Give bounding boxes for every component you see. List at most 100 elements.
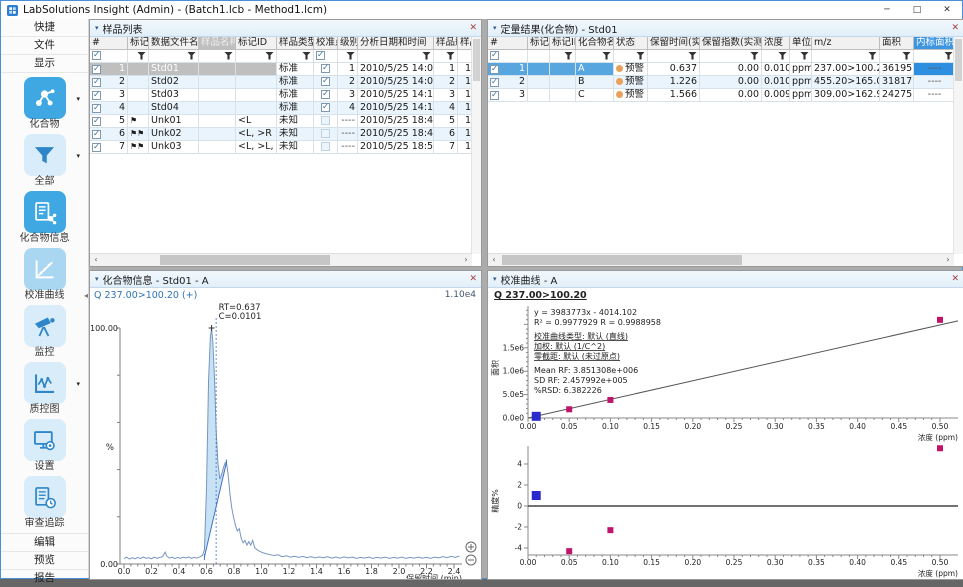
table-cell[interactable]: 3 bbox=[434, 89, 458, 102]
residual-point[interactable] bbox=[937, 445, 943, 451]
table-cell[interactable]: ✓2 bbox=[90, 76, 128, 89]
table-cell[interactable] bbox=[199, 63, 236, 76]
collapse-icon[interactable]: ▾ bbox=[493, 275, 497, 283]
filter-cell[interactable] bbox=[648, 50, 700, 63]
scrollbar-thumb[interactable] bbox=[502, 255, 742, 265]
column-header[interactable]: 化合物名称 bbox=[576, 37, 614, 50]
residual-point[interactable] bbox=[607, 527, 613, 533]
column-header[interactable]: 状态 bbox=[614, 37, 648, 50]
table-cell[interactable]: 1.226 bbox=[648, 76, 700, 89]
checkbox[interactable]: ✓ bbox=[92, 143, 101, 152]
table-cell[interactable]: 0.0101 bbox=[762, 63, 790, 76]
table-cell[interactable]: 4 bbox=[434, 102, 458, 115]
filter-funnel-icon[interactable] bbox=[750, 52, 759, 60]
dropdown-arrow-icon[interactable]: ▾ bbox=[76, 380, 80, 388]
filter-cell[interactable] bbox=[236, 50, 277, 63]
column-header[interactable]: m/z bbox=[812, 37, 880, 50]
column-header[interactable]: 样品名称 bbox=[199, 37, 236, 50]
table-cell[interactable]: ppm bbox=[790, 89, 812, 102]
checkbox[interactable] bbox=[321, 142, 330, 151]
maximize-button[interactable]: □ bbox=[902, 1, 932, 19]
table-row[interactable]: ✓1Std01标准✓12010/5/25 14:03:2011 bbox=[90, 63, 474, 76]
table-cell[interactable]: 1 bbox=[434, 63, 458, 76]
filter-cell[interactable]: ✓ bbox=[90, 50, 128, 63]
table-cell[interactable] bbox=[128, 89, 149, 102]
table-cell[interactable]: 0.637 bbox=[648, 63, 700, 76]
table-cell[interactable] bbox=[314, 128, 338, 141]
table-cell[interactable]: 预警 bbox=[614, 89, 648, 102]
table-cell[interactable]: ---- bbox=[914, 76, 956, 89]
checkbox[interactable]: ✓ bbox=[321, 64, 330, 73]
table-cell[interactable]: ✓2 bbox=[488, 76, 528, 89]
sidebar-bottom-tab-3[interactable]: 报告 bbox=[1, 569, 88, 587]
dropdown-arrow-icon[interactable]: ▾ bbox=[76, 152, 80, 160]
column-header[interactable]: 样品类型 bbox=[277, 37, 314, 50]
table-cell[interactable]: ✓3 bbox=[488, 89, 528, 102]
sidebar-tab-2[interactable]: 文件 bbox=[1, 37, 88, 55]
table-cell[interactable]: 5 bbox=[434, 115, 458, 128]
table-cell[interactable]: 预警 bbox=[614, 76, 648, 89]
table-cell[interactable]: 2010/5/25 18:53:21 bbox=[358, 141, 434, 154]
checkbox[interactable] bbox=[321, 129, 330, 138]
table-cell[interactable]: ✓3 bbox=[90, 89, 128, 102]
table-cell[interactable] bbox=[550, 63, 576, 76]
table-cell[interactable]: Std03 bbox=[149, 89, 199, 102]
calibration-point[interactable] bbox=[566, 406, 572, 412]
table-cell[interactable]: 36195 bbox=[880, 63, 914, 76]
selected-residual-point[interactable] bbox=[532, 491, 541, 500]
filter-funnel-icon[interactable] bbox=[868, 52, 877, 60]
filter-funnel-icon[interactable] bbox=[187, 52, 196, 60]
table-cell[interactable] bbox=[528, 63, 550, 76]
table-cell[interactable] bbox=[236, 63, 277, 76]
table-cell[interactable] bbox=[128, 76, 149, 89]
column-header[interactable]: 单位 bbox=[790, 37, 812, 50]
table-cell[interactable]: B bbox=[576, 76, 614, 89]
filter-cell[interactable] bbox=[914, 50, 956, 63]
table-cell[interactable]: ppm bbox=[790, 76, 812, 89]
calibration-point[interactable] bbox=[607, 397, 613, 403]
filter-cell[interactable] bbox=[762, 50, 790, 63]
sidebar-tool-5[interactable]: 监控 bbox=[1, 305, 88, 359]
filter-funnel-icon[interactable] bbox=[446, 52, 455, 60]
table-cell[interactable]: Unk02 bbox=[149, 128, 199, 141]
table-row[interactable]: ✓4Std04标准✓42010/5/25 14:14:2141 bbox=[90, 102, 474, 115]
table-cell[interactable]: ✓1 bbox=[90, 63, 128, 76]
table-cell[interactable]: 预警 bbox=[614, 63, 648, 76]
checkbox[interactable]: ✓ bbox=[490, 91, 499, 100]
filter-funnel-icon[interactable] bbox=[422, 52, 431, 60]
filter-cell[interactable] bbox=[277, 50, 314, 63]
table-cell[interactable]: ✓1 bbox=[488, 63, 528, 76]
zoom-in-button[interactable] bbox=[466, 542, 476, 552]
sidebar-bottom-tab-1[interactable]: 编辑 bbox=[1, 533, 88, 551]
sidebar-tab-3[interactable]: 显示 bbox=[1, 55, 88, 73]
table-cell[interactable] bbox=[550, 89, 576, 102]
checkbox[interactable]: ✓ bbox=[321, 103, 330, 112]
column-header[interactable]: # bbox=[90, 37, 128, 50]
sidebar-tool-4[interactable]: 校准曲线 bbox=[1, 248, 88, 302]
table-row[interactable]: ✓6⚑⚑Unk02<L, >R未知----2010/5/25 18:49:406… bbox=[90, 128, 474, 141]
checkbox[interactable]: ✓ bbox=[321, 77, 330, 86]
column-header[interactable]: # bbox=[488, 37, 528, 50]
table-cell[interactable]: ✓5 bbox=[90, 115, 128, 128]
table-cell[interactable]: ---- bbox=[914, 63, 956, 76]
table-cell[interactable]: Unk03 bbox=[149, 141, 199, 154]
column-header[interactable]: 标记 bbox=[528, 37, 550, 50]
table-cell[interactable]: ---- bbox=[338, 141, 358, 154]
table-cell[interactable]: Std04 bbox=[149, 102, 199, 115]
column-header[interactable]: 数据文件名 bbox=[149, 37, 199, 50]
collapse-icon[interactable]: ▾ bbox=[95, 24, 99, 32]
filter-cell[interactable] bbox=[614, 50, 648, 63]
column-header[interactable]: 校准点 bbox=[314, 37, 338, 50]
filter-cell[interactable] bbox=[199, 50, 236, 63]
table-cell[interactable]: 标准 bbox=[277, 63, 314, 76]
collapse-icon[interactable]: ▾ bbox=[493, 24, 497, 32]
table-cell[interactable]: ⚑⚑ bbox=[128, 141, 149, 154]
table-row[interactable]: ✓7⚑⚑Unk03<L, >L, >R未知----2010/5/25 18:53… bbox=[90, 141, 474, 154]
column-header[interactable]: 分析日期和时间 bbox=[358, 37, 434, 50]
table-cell[interactable]: 2 bbox=[338, 76, 358, 89]
table-cell[interactable] bbox=[236, 76, 277, 89]
table-cell[interactable] bbox=[314, 141, 338, 154]
table-cell[interactable]: 2010/5/25 14:10:40 bbox=[358, 89, 434, 102]
table-cell[interactable] bbox=[528, 89, 550, 102]
scroll-left-icon[interactable]: ‹ bbox=[90, 254, 102, 266]
